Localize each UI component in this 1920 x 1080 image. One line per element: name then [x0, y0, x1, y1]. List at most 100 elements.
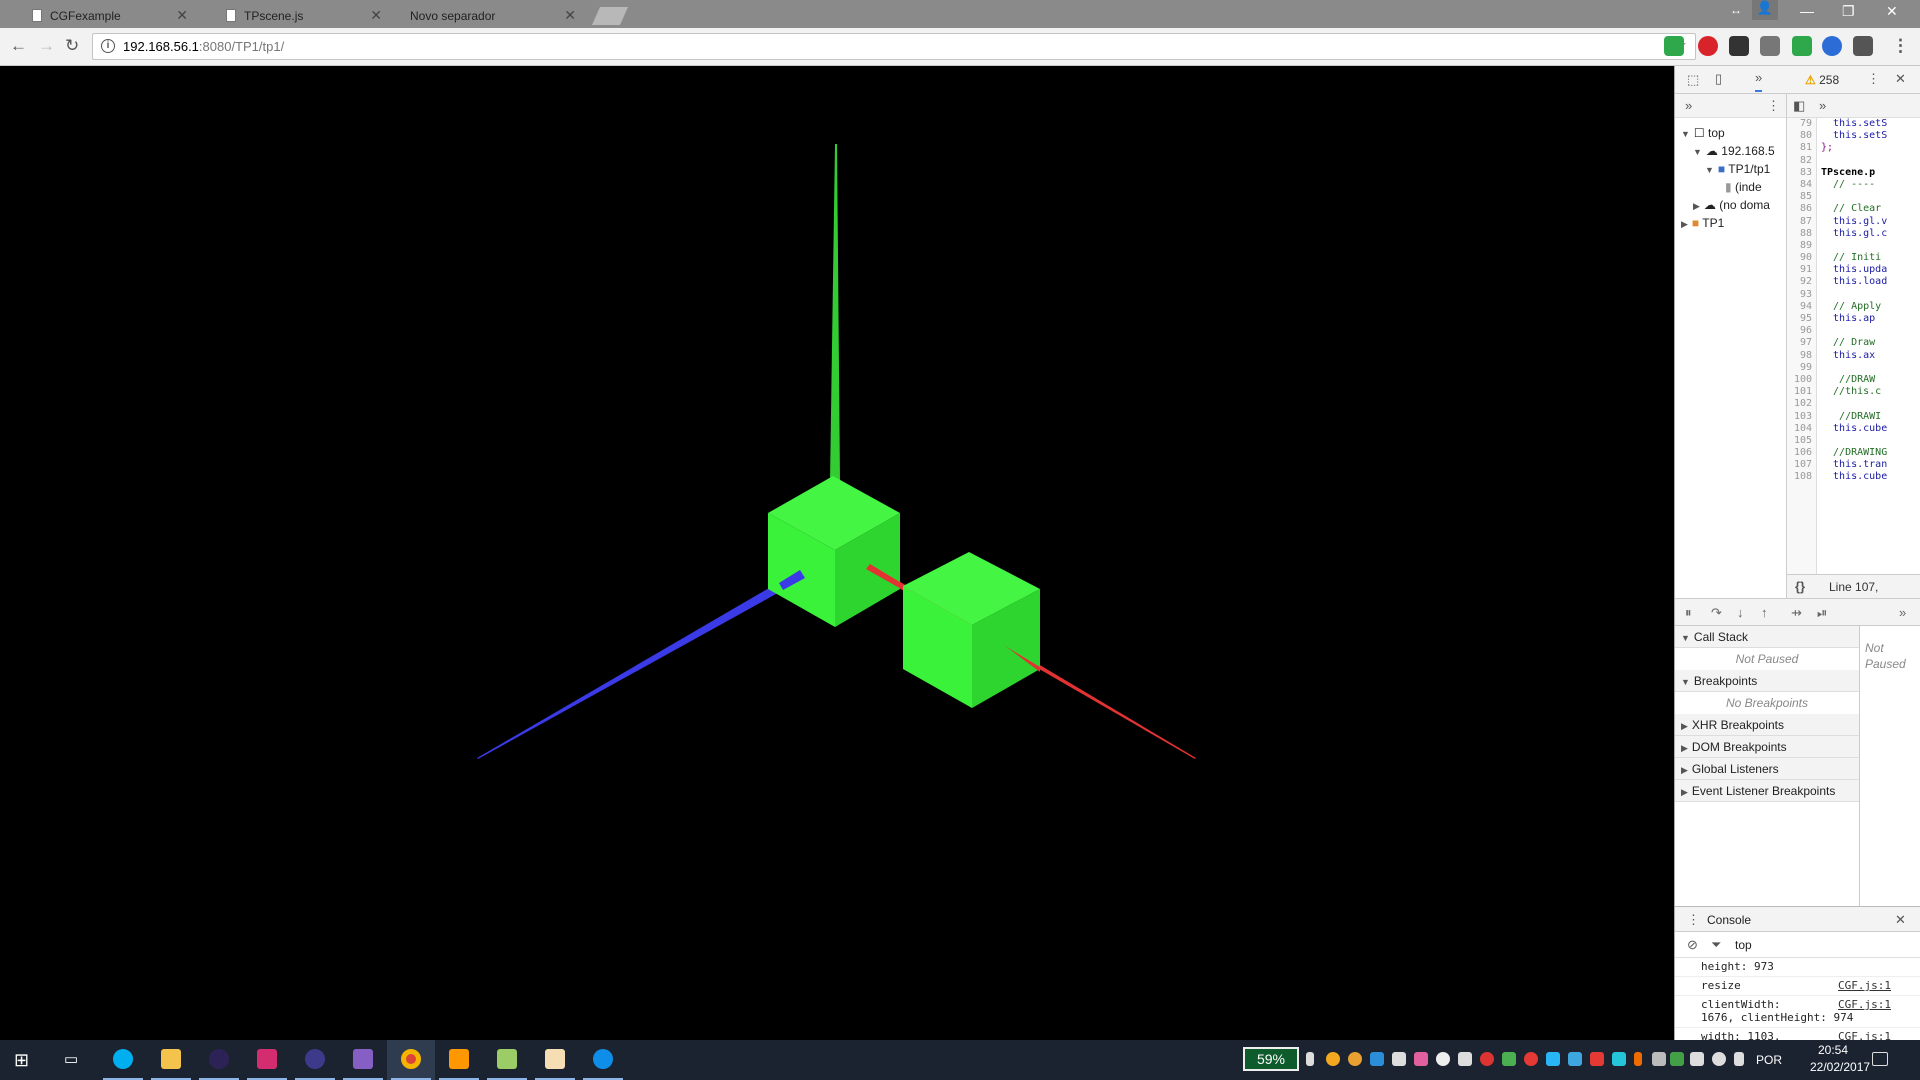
tray-icon[interactable] — [1652, 1052, 1666, 1066]
code-line[interactable]: // ---- — [1821, 179, 1920, 191]
tray-icon[interactable] — [1612, 1052, 1626, 1066]
console-tab[interactable]: Console — [1707, 913, 1751, 927]
code-line[interactable]: // Clear — [1821, 203, 1920, 215]
close-window-icon[interactable]: ✕ — [1886, 3, 1898, 20]
warning-count[interactable]: ⚠ 258 — [1805, 73, 1839, 87]
line-number[interactable]: 87 — [1787, 216, 1812, 228]
tray-icon[interactable] — [1502, 1052, 1516, 1066]
device-toolbar-icon[interactable]: ▯ — [1715, 71, 1722, 87]
tray-icon[interactable] — [1392, 1052, 1406, 1066]
line-number[interactable]: 93 — [1787, 289, 1812, 301]
toggle-navigator-icon[interactable]: ◧ — [1793, 98, 1805, 114]
taskbar-chrome[interactable] — [387, 1040, 435, 1080]
taskbar-eclipse[interactable] — [195, 1040, 243, 1080]
step-into-icon[interactable]: ↓ — [1737, 605, 1744, 620]
line-number[interactable]: 101 — [1787, 386, 1812, 398]
action-center-icon[interactable] — [1872, 1052, 1888, 1066]
close-devtools-icon[interactable]: ✕ — [1895, 71, 1906, 87]
line-number[interactable]: 108 — [1787, 471, 1812, 483]
code-line[interactable] — [1821, 325, 1920, 337]
console-source-link[interactable]: CGF.js:1 — [1838, 998, 1891, 1011]
tray-icon[interactable] — [1348, 1052, 1362, 1066]
code-editor[interactable]: ◧ » 79 80 81 82 83 84 85 86 87 88 89 90 91 92 93 94 95 96… — [1787, 94, 1920, 598]
line-number[interactable]: 95 — [1787, 313, 1812, 325]
tray-icon[interactable] — [1306, 1052, 1314, 1066]
code-line[interactable] — [1821, 398, 1920, 410]
line-number[interactable]: 103 — [1787, 411, 1812, 423]
step-out-icon[interactable]: ↑ — [1761, 605, 1768, 620]
resize-icon[interactable]: ↔ — [1730, 3, 1742, 17]
code-line[interactable]: this.setS — [1821, 118, 1920, 130]
code-line[interactable]: // Apply — [1821, 301, 1920, 313]
filter-icon[interactable]: ⏷ — [1711, 937, 1721, 953]
info-icon[interactable]: i — [101, 39, 115, 53]
tree-item-host[interactable]: ▼ ☁ 192.168.5 — [1693, 144, 1775, 158]
address-bar[interactable]: i 192.168.56.1:8080/TP1/tp1/ ☆ — [92, 33, 1696, 60]
console-source-link[interactable]: CGF.js:1 — [1838, 1030, 1891, 1040]
tray-icon[interactable] — [1414, 1052, 1428, 1066]
language-indicator[interactable]: POR — [1756, 1053, 1782, 1067]
source-code[interactable]: this.setS this.setS}; TPscene.p // ---- /… — [1821, 118, 1920, 484]
volume-icon[interactable] — [1734, 1052, 1744, 1066]
profile-icon[interactable]: 👤 — [1752, 0, 1778, 20]
taskbar-notepad[interactable] — [483, 1040, 531, 1080]
taskbar-teamviewer[interactable] — [579, 1040, 627, 1080]
line-number[interactable]: 90 — [1787, 252, 1812, 264]
clock-date[interactable]: 22/02/2017 — [1810, 1060, 1870, 1074]
tab-novo-separador[interactable]: Novo separador ✕ — [398, 3, 588, 28]
close-tab-icon[interactable]: ✕ — [564, 7, 576, 24]
extension-icon[interactable] — [1664, 36, 1684, 56]
code-line[interactable]: //DRAWI — [1821, 411, 1920, 423]
code-line[interactable]: //this.c — [1821, 386, 1920, 398]
code-line[interactable]: this.ap — [1821, 313, 1920, 325]
tree-item-folder[interactable]: ▼ ■ TP1/tp1 — [1705, 162, 1770, 176]
clear-console-icon[interactable]: ⊘ — [1687, 937, 1698, 953]
more-tabs-icon[interactable]: » — [1899, 605, 1906, 620]
call-stack-section[interactable]: ▼ Call Stack — [1675, 626, 1859, 648]
cloud-extension-icon[interactable] — [1853, 36, 1873, 56]
tray-icon[interactable] — [1634, 1052, 1642, 1066]
line-number[interactable]: 102 — [1787, 398, 1812, 410]
webgl-canvas[interactable] — [0, 66, 1674, 1040]
line-number[interactable]: 97 — [1787, 337, 1812, 349]
tray-icon[interactable] — [1370, 1052, 1384, 1066]
more-tabs-icon[interactable]: » — [1755, 70, 1763, 92]
code-line[interactable]: // Draw — [1821, 337, 1920, 349]
line-number[interactable]: 85 — [1787, 191, 1812, 203]
reload-icon[interactable]: ↻ — [65, 36, 79, 56]
line-number[interactable]: 94 — [1787, 301, 1812, 313]
extension-icon[interactable] — [1729, 36, 1749, 56]
code-line[interactable] — [1821, 435, 1920, 447]
close-tab-icon[interactable]: ✕ — [370, 7, 382, 24]
tab-tpscene[interactable]: TPscene.js ✕ — [204, 3, 394, 28]
code-line[interactable]: this.tran — [1821, 459, 1920, 471]
code-line[interactable]: this.gl.c — [1821, 228, 1920, 240]
taskbar-eclipse-2[interactable] — [291, 1040, 339, 1080]
step-over-icon[interactable]: ↷ — [1711, 605, 1722, 621]
close-drawer-icon[interactable]: ✕ — [1895, 912, 1906, 928]
clock-time[interactable]: 20:54 — [1818, 1043, 1848, 1057]
drawer-menu-icon[interactable]: ⋮ — [1687, 912, 1700, 928]
code-line[interactable]: this.gl.v — [1821, 216, 1920, 228]
forward-icon[interactable]: → — [38, 36, 55, 56]
line-number[interactable]: 91 — [1787, 264, 1812, 276]
taskbar-visual-studio[interactable] — [339, 1040, 387, 1080]
tree-item-file[interactable]: ▮ (inde — [1725, 180, 1762, 194]
code-line[interactable]: // Initi — [1821, 252, 1920, 264]
taskbar-explorer[interactable] — [147, 1040, 195, 1080]
line-number[interactable]: 84 — [1787, 179, 1812, 191]
line-number[interactable]: 107 — [1787, 459, 1812, 471]
code-line[interactable]: this.upda — [1821, 264, 1920, 276]
line-number[interactable]: 92 — [1787, 276, 1812, 288]
more-tabs-icon[interactable]: » — [1819, 98, 1826, 113]
code-line[interactable]: this.ax — [1821, 350, 1920, 362]
back-icon[interactable]: ← — [10, 36, 27, 56]
tray-icon[interactable] — [1546, 1052, 1560, 1066]
code-line[interactable]: TPscene.p — [1821, 167, 1920, 179]
close-tab-icon[interactable]: ✕ — [176, 7, 188, 24]
breakpoints-section[interactable]: ▼ Breakpoints — [1675, 670, 1859, 692]
code-line[interactable]: this.cube — [1821, 471, 1920, 483]
tray-icon[interactable] — [1524, 1052, 1538, 1066]
devtools-menu-icon[interactable]: ⋮ — [1867, 71, 1880, 87]
code-line[interactable]: this.load — [1821, 276, 1920, 288]
